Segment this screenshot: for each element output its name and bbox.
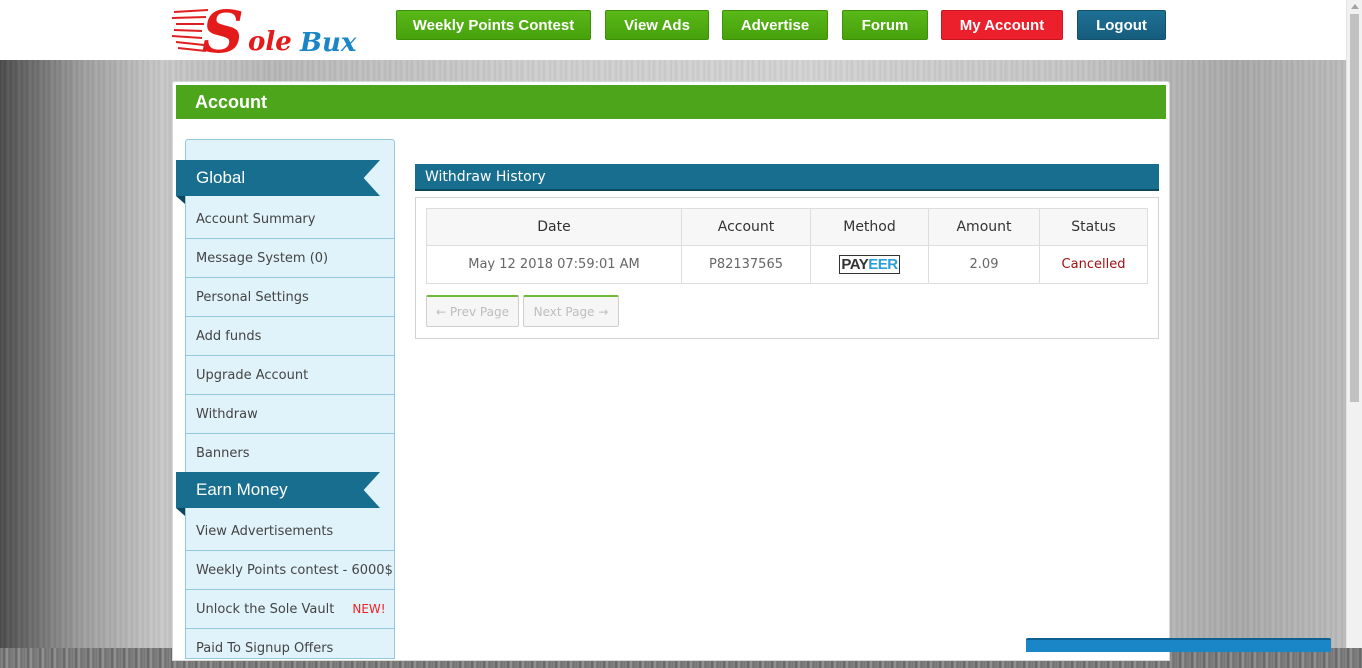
ribbon-fold bbox=[176, 196, 185, 204]
svg-text:Bux: Bux bbox=[299, 28, 357, 58]
withdraw-history-table: Date Account Method Amount Status May 12… bbox=[426, 208, 1148, 284]
sidebar-item-upgrade-account[interactable]: Upgrade Account bbox=[186, 356, 394, 395]
sidebar-item-banners[interactable]: Banners bbox=[186, 434, 394, 473]
sidebar-item-personal-settings[interactable]: Personal Settings bbox=[186, 278, 394, 317]
nav-logout-button[interactable]: Logout bbox=[1077, 10, 1166, 40]
scrollbar-thumb[interactable] bbox=[1350, 14, 1359, 402]
table-header-row: Date Account Method Amount Status bbox=[426, 208, 1148, 246]
payeer-logo-icon: PAYEER bbox=[839, 255, 900, 274]
cell-account: P82137565 bbox=[681, 245, 811, 284]
sidebar-item-weekly-points-contest[interactable]: Weekly Points contest - 6000$ bbox=[186, 551, 394, 590]
column-header-date: Date bbox=[426, 208, 682, 246]
cell-amount: 2.09 bbox=[928, 245, 1040, 284]
table-row: May 12 2018 07:59:01 AM P82137565 PAYEER… bbox=[426, 245, 1148, 284]
sidebar-item-add-funds[interactable]: Add funds bbox=[186, 317, 394, 356]
svg-text:S: S bbox=[202, 0, 244, 58]
ribbon-fold bbox=[176, 508, 185, 516]
column-header-method: Method bbox=[810, 208, 929, 246]
column-header-account: Account bbox=[681, 208, 811, 246]
panel-title: Account bbox=[176, 85, 1166, 119]
cell-method: PAYEER bbox=[810, 245, 929, 284]
cell-date: May 12 2018 07:59:01 AM bbox=[426, 245, 682, 284]
sidebar-item-unlock-sole-vault[interactable]: Unlock the Sole Vault NEW! bbox=[186, 590, 394, 629]
sidebar-item-view-advertisements[interactable]: View Advertisements bbox=[186, 512, 394, 551]
sidebar-section-global: Global bbox=[176, 160, 380, 196]
prev-page-button[interactable]: ← Prev Page bbox=[426, 295, 519, 327]
next-page-button[interactable]: Next Page → bbox=[523, 295, 619, 327]
column-header-amount: Amount bbox=[928, 208, 1040, 246]
sidebar-item-message-system[interactable]: Message System (0) bbox=[186, 239, 394, 278]
chat-widget-tab[interactable] bbox=[1026, 638, 1331, 652]
withdraw-history-title: Withdraw History bbox=[415, 164, 1159, 191]
sidebar-item-account-summary[interactable]: Account Summary bbox=[186, 200, 394, 239]
sidebar-item-label: Unlock the Sole Vault bbox=[196, 601, 335, 617]
sidebar-section-earn-money: Earn Money bbox=[176, 472, 380, 508]
new-badge: NEW! bbox=[352, 602, 386, 616]
scroll-up-icon[interactable] bbox=[1351, 4, 1359, 9]
cell-status: Cancelled bbox=[1039, 245, 1148, 284]
vertical-scrollbar[interactable] bbox=[1346, 0, 1362, 648]
sidebar-item-paid-to-signup[interactable]: Paid To Signup Offers bbox=[186, 629, 394, 668]
sidebar-item-withdraw[interactable]: Withdraw bbox=[186, 395, 394, 434]
nav-my-account-button[interactable]: My Account bbox=[941, 10, 1063, 40]
solebux-logo[interactable]: S ole Bux bbox=[171, 0, 365, 66]
column-header-status: Status bbox=[1039, 208, 1148, 246]
nav-forum-button[interactable]: Forum bbox=[842, 10, 928, 40]
nav-advertise-button[interactable]: Advertise bbox=[722, 10, 828, 40]
nav-view-ads-button[interactable]: View Ads bbox=[605, 10, 709, 40]
svg-text:ole: ole bbox=[248, 27, 292, 57]
nav-weekly-points-contest-button[interactable]: Weekly Points Contest bbox=[396, 10, 591, 40]
